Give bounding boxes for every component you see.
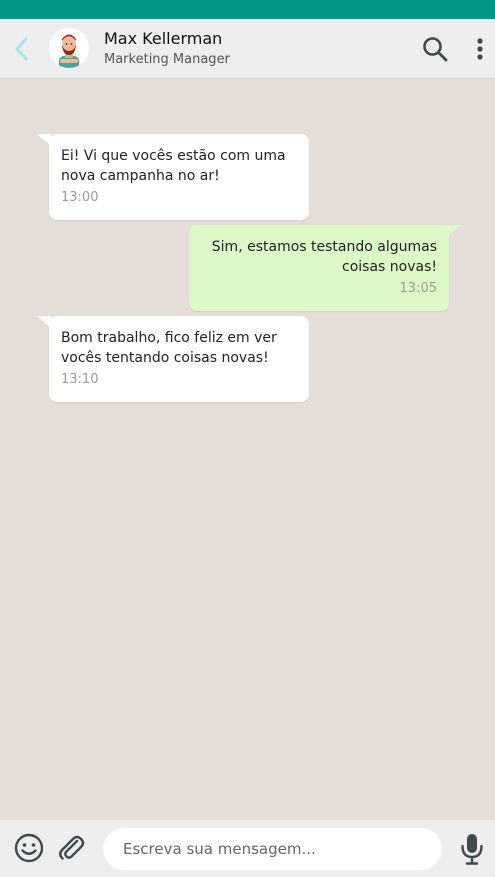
- incoming-message[interactable]: Ei! Vi que vocês estão com uma nova camp…: [37, 134, 309, 220]
- emoji-button[interactable]: [13, 832, 45, 864]
- message-input[interactable]: [103, 828, 442, 870]
- bubble-tail: [37, 316, 51, 328]
- message-text: Ei! Vi que vocês estão com uma nova camp…: [61, 148, 286, 184]
- message-time: 13:00: [61, 190, 99, 205]
- bubble-tail: [37, 134, 51, 146]
- message-time: 13:10: [61, 372, 99, 387]
- search-button[interactable]: [421, 35, 449, 63]
- search-icon: [423, 37, 448, 62]
- bubble-tail: [447, 225, 461, 237]
- paperclip-icon: [59, 835, 85, 860]
- avatar[interactable]: [49, 28, 89, 68]
- contact-role: Marketing Manager: [104, 52, 230, 67]
- contact-name[interactable]: Max Kellerman: [104, 29, 222, 48]
- smiley-icon: [14, 833, 44, 863]
- microphone-button[interactable]: [458, 832, 486, 866]
- message-time: 13:05: [399, 281, 437, 296]
- status-bar: [0, 0, 495, 19]
- more-options-button[interactable]: [472, 34, 488, 64]
- incoming-message[interactable]: Bom trabalho, fico feliz em ver vocês te…: [37, 316, 309, 402]
- outgoing-message[interactable]: Sim, estamos testando algumas coisas nov…: [189, 225, 461, 311]
- more-vertical-icon: [477, 38, 483, 60]
- message-text: Sim, estamos testando algumas coisas nov…: [211, 239, 437, 275]
- microphone-icon: [461, 834, 483, 865]
- composer-bar: [0, 820, 495, 877]
- chevron-left-icon: [15, 37, 28, 61]
- back-button[interactable]: [6, 33, 36, 65]
- chat-header: Max Kellerman Marketing Manager: [0, 19, 495, 79]
- message-text: Bom trabalho, fico feliz em ver vocês te…: [61, 330, 277, 366]
- attach-button[interactable]: [56, 832, 86, 864]
- avatar-illustration: [49, 28, 89, 68]
